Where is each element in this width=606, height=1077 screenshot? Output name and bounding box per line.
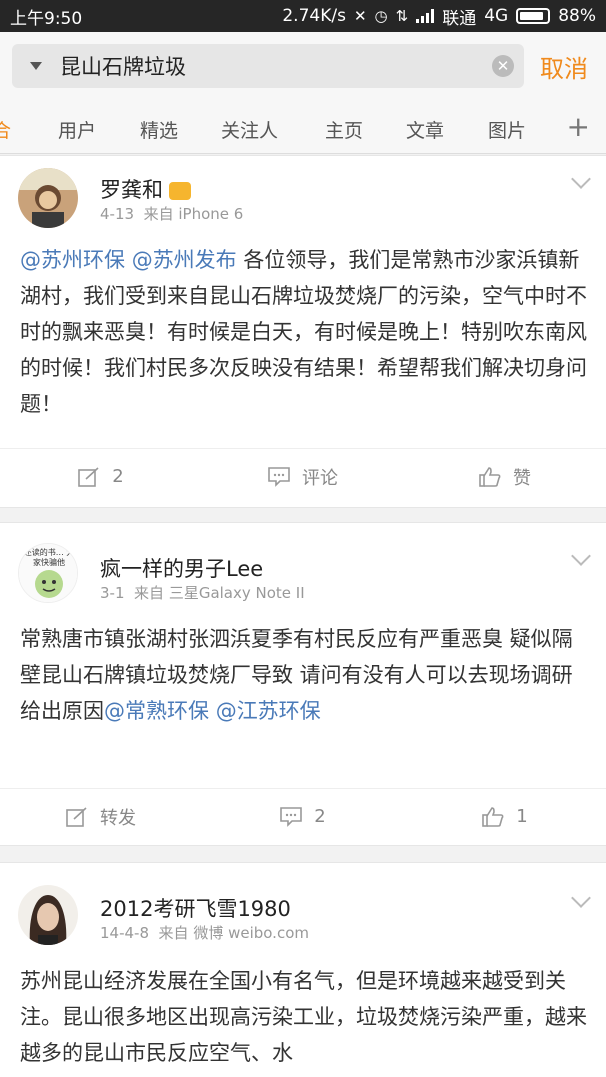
search-input[interactable]: 昆山石牌垃圾 ✕ [12, 44, 524, 88]
tab-home[interactable]: 主页 [325, 116, 363, 143]
comment-button[interactable]: 2 [202, 789, 404, 844]
cancel-button[interactable]: 取消 [540, 49, 588, 84]
comment-button[interactable]: 评论 [202, 449, 404, 504]
clear-icon[interactable]: ✕ [492, 55, 514, 77]
network-type: 4G [484, 6, 509, 26]
mute-icon: ✕ [353, 7, 367, 25]
search-tabs: 合 用户 精选 关注人 主页 文章 图片 + [0, 100, 606, 154]
repost-icon [78, 466, 99, 487]
repost-button[interactable]: 转发 [0, 789, 202, 844]
data-transfer-icon: ⇅ [395, 7, 409, 25]
post-meta: 4-13 来自 iPhone 6 [100, 205, 244, 223]
status-time: 上午9:50 [10, 8, 83, 29]
battery-fill [520, 12, 544, 20]
author-name[interactable]: 2012考研飞雪1980 [100, 893, 291, 923]
avatar[interactable] [18, 168, 78, 228]
thumbs-up-icon [482, 806, 504, 827]
post-card[interactable]: 罗龚和 4-13 来自 iPhone 6 @苏州环保 @苏州发布 各位领导，我们… [0, 155, 606, 508]
like-button[interactable]: 1 [404, 789, 606, 844]
avatar[interactable] [18, 885, 78, 945]
avatar-caption: 还读的书… 大家快骗他 [23, 548, 75, 567]
author-name[interactable]: 罗龚和 [100, 174, 191, 204]
alarm-icon: ◷ [374, 7, 388, 25]
search-type-dropdown-icon[interactable] [30, 62, 42, 70]
thumbs-up-icon [479, 466, 501, 487]
status-bar: 上午9:50 2.74K/s ✕ ◷ ⇅ 联通 4G 88% [0, 0, 606, 32]
mention-link[interactable]: @常熟环保 [104, 699, 209, 723]
tab-articles[interactable]: 文章 [406, 116, 444, 143]
chevron-down-icon[interactable] [571, 169, 591, 189]
battery-icon [516, 8, 551, 24]
tab-following[interactable]: 关注人 [221, 116, 278, 143]
battery-percent: 88% [558, 6, 596, 26]
tab-all[interactable]: 合 [0, 116, 11, 143]
chevron-down-icon[interactable] [571, 546, 591, 566]
post-actions: 转发 2 1 [0, 788, 606, 844]
post-body: @苏州环保 @苏州发布 各位领导，我们是常熟市沙家浜镇新湖村，我们受到来自昆山石… [20, 248, 587, 416]
tab-users[interactable]: 用户 [58, 116, 96, 143]
post-card[interactable]: 还读的书… 大家快骗他 疯一样的男子Lee 3-1 来自 三星Galaxy No… [0, 522, 606, 846]
mention-link[interactable]: @苏州环保 [20, 248, 125, 272]
post-body: 苏州昆山经济发展在全国小有名气，但是环境越来越受到关注。昆山很多地区出现高污染工… [20, 969, 587, 1065]
author-name[interactable]: 疯一样的男子Lee [100, 553, 263, 583]
plus-icon[interactable]: + [560, 110, 590, 143]
post-meta: 14-4-8 来自 微博 weibo.com [100, 924, 309, 942]
like-button[interactable]: 赞 [404, 449, 606, 504]
post-body: 常熟唐市镇张湖村张泗浜夏季有村民反应有严重恶臭 疑似隔壁昆山石牌镇垃圾焚烧厂导致… [20, 627, 573, 723]
network-speed: 2.74K/s [282, 6, 346, 26]
avatar[interactable]: 还读的书… 大家快骗他 [18, 543, 78, 603]
post-actions: 2 评论 赞 [0, 448, 606, 504]
search-bar: 昆山石牌垃圾 ✕ 取消 [0, 32, 606, 100]
post-card[interactable]: 2012考研飞雪1980 14-4-8 来自 微博 weibo.com 苏州昆山… [0, 862, 606, 1077]
post-meta: 3-1 来自 三星Galaxy Note II [100, 584, 305, 602]
repost-button[interactable]: 2 [0, 449, 202, 504]
mention-link[interactable]: @苏州发布 [132, 248, 237, 272]
comment-icon [268, 466, 290, 487]
mention-link[interactable]: @江苏环保 [216, 699, 321, 723]
vip-crown-icon [169, 182, 191, 200]
chevron-down-icon[interactable] [571, 888, 591, 908]
repost-icon [66, 806, 87, 827]
search-query[interactable]: 昆山石牌垃圾 [60, 51, 492, 81]
signal-icon [416, 9, 435, 23]
comment-icon [280, 806, 303, 827]
carrier-label: 联通 [442, 8, 477, 29]
tab-featured[interactable]: 精选 [140, 116, 178, 143]
